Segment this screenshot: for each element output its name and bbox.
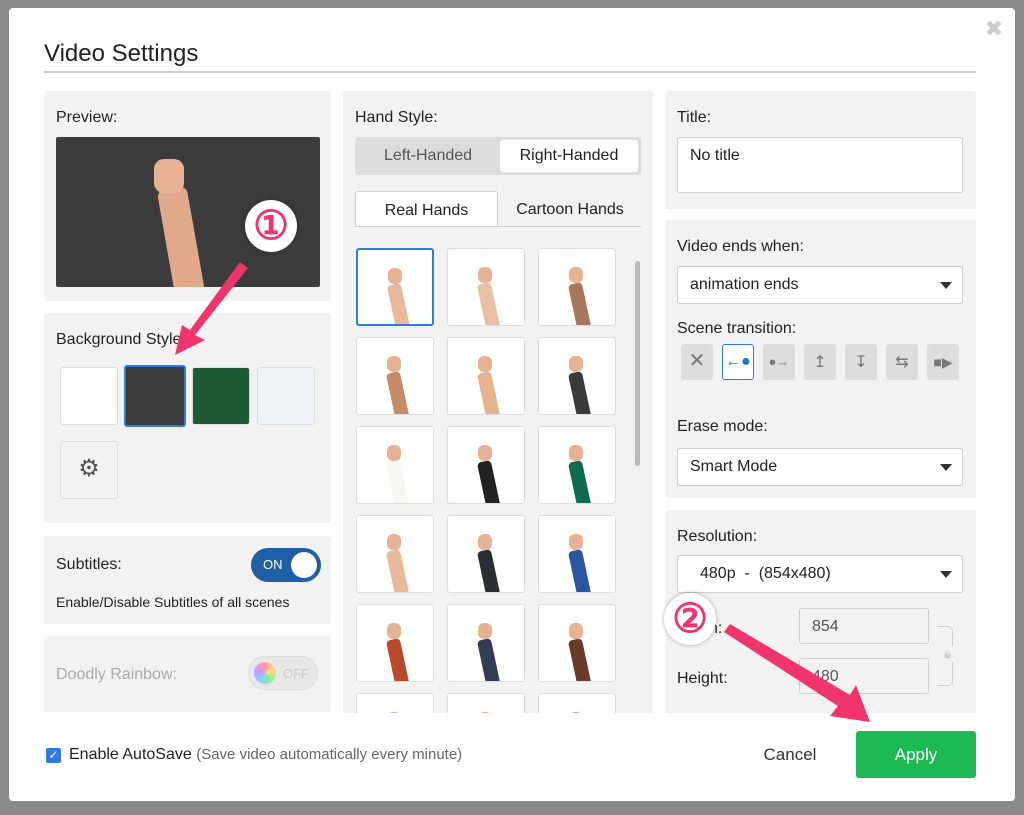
annotation-arrows	[175, 262, 870, 722]
annotation-badge-1: ①	[245, 200, 297, 252]
annotation-badge-2: ②	[664, 593, 716, 645]
